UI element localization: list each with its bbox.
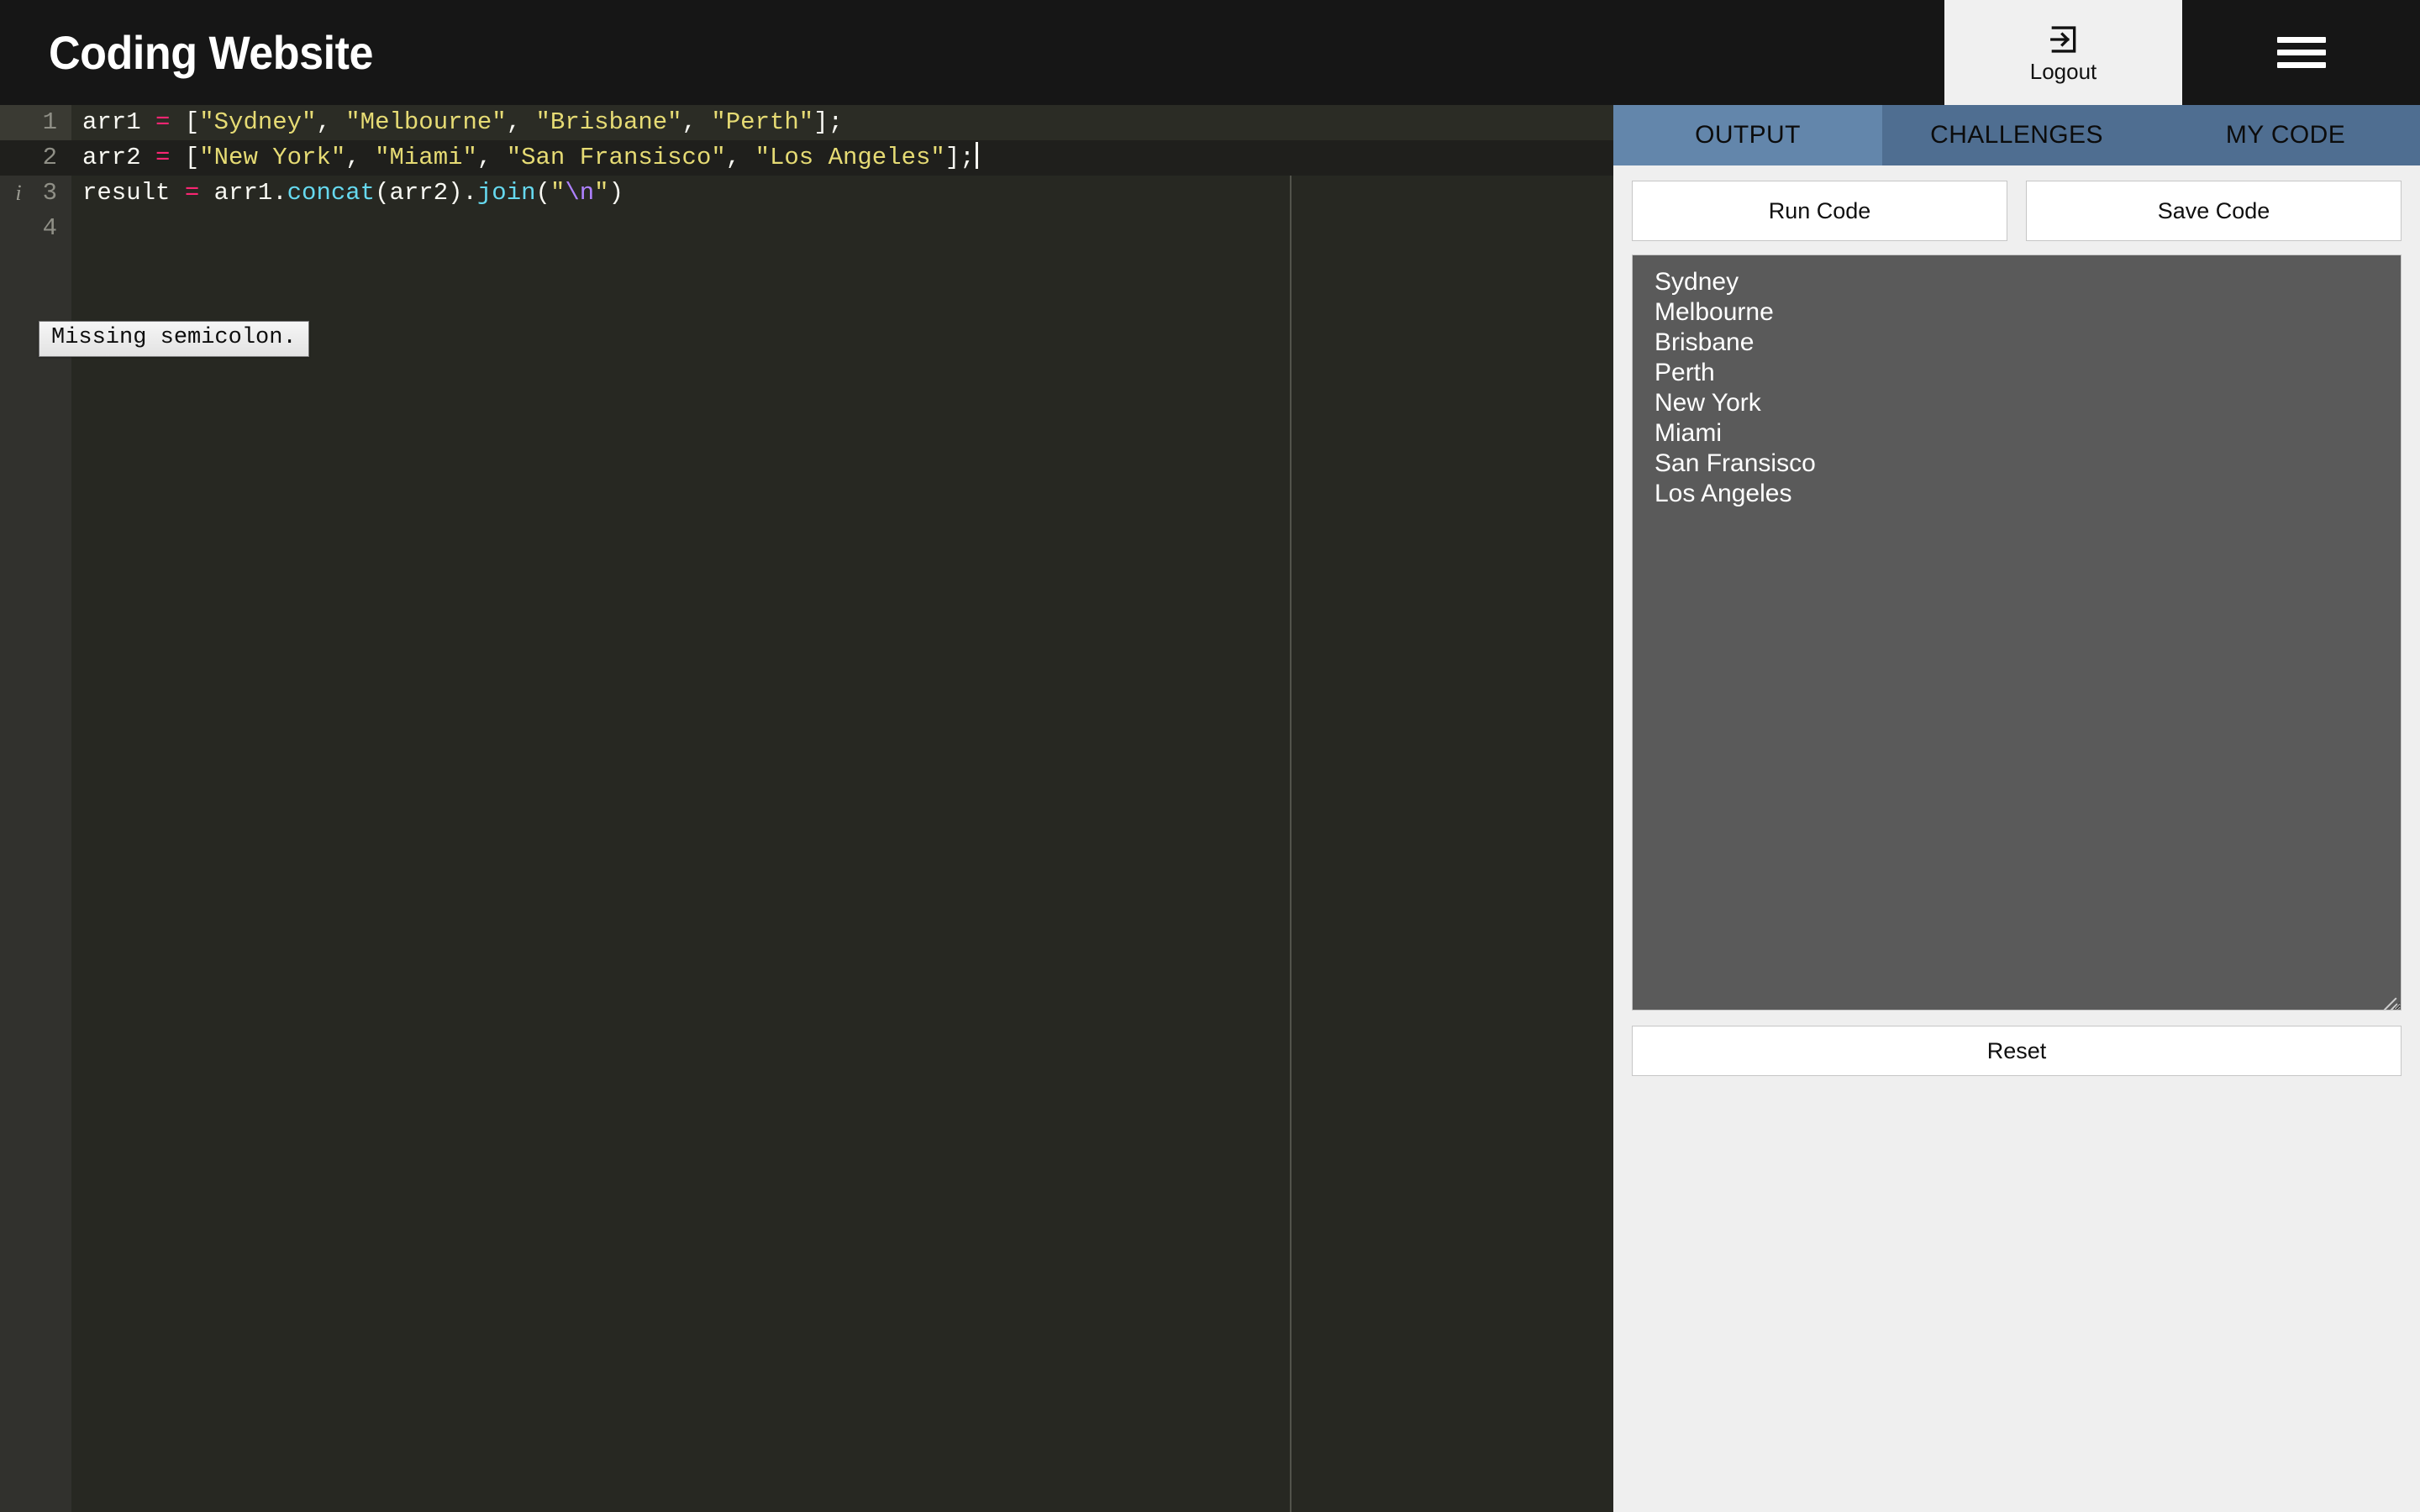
code-token: = [184, 179, 200, 207]
hamburger-menu-icon [2276, 30, 2326, 75]
code-token: , [506, 108, 536, 136]
resize-grip-icon [2377, 986, 2399, 1010]
code-token: "Brisbane" [535, 108, 682, 136]
editor-code-lines[interactable]: 1 arr1 = ["Sydney", "Melbourne", "Brisban… [0, 105, 1613, 246]
code-token: " [594, 179, 609, 207]
code-token: arr2 [82, 144, 156, 171]
code-token: arr1. [199, 179, 287, 207]
code-token: , [316, 108, 346, 136]
page-title: Coding Website [49, 26, 374, 79]
line-number: 4 [42, 214, 57, 242]
code-token: "Miami" [375, 144, 477, 171]
code-line[interactable]: 4 [0, 211, 1613, 246]
tab-output[interactable]: OUTPUT [1613, 105, 1882, 165]
code-token: "Sydney" [199, 108, 317, 136]
code-token: , [345, 144, 376, 171]
tab-my-code[interactable]: MY CODE [2151, 105, 2420, 165]
menu-button[interactable] [2182, 0, 2420, 105]
reset-wrapper: Reset [1613, 1011, 2420, 1076]
code-token: "Melbourne" [345, 108, 507, 136]
code-line[interactable]: 2 arr2 = ["New York", "Miami", "San Frans… [0, 140, 1613, 176]
code-token: ]; [813, 108, 844, 136]
gutter-info-icon[interactable]: i [7, 176, 30, 211]
tab-challenges[interactable]: CHALLENGES [1882, 105, 2151, 165]
code-token: ) [608, 179, 623, 207]
code-token: \n [565, 179, 595, 207]
logout-arrow-icon [2048, 24, 2080, 55]
code-token: "Perth" [711, 108, 814, 136]
code-token: ( [535, 179, 550, 207]
code-token: , [725, 144, 755, 171]
code-token: = [155, 144, 171, 171]
code-token: result [82, 179, 185, 207]
code-token: [ [170, 108, 200, 136]
side-panel: OUTPUT CHALLENGES MY CODE Run Code Save Co… [1613, 105, 2420, 1512]
output-wrapper: Sydney Melbourne Brisbane Perth New York… [1613, 241, 2420, 1011]
app-header: Coding Website Logout [0, 0, 2420, 105]
code-line-text: result = arr1.concat(arr2).join("\n") [71, 176, 623, 211]
code-token: "New York" [199, 144, 346, 171]
run-code-button[interactable]: Run Code [1632, 181, 2007, 241]
line-number: 1 [0, 105, 71, 140]
code-token: = [155, 108, 171, 136]
code-token: " [550, 179, 566, 207]
editor-gutter [0, 105, 71, 1512]
output-textarea[interactable]: Sydney Melbourne Brisbane Perth New York… [1632, 255, 2402, 1011]
code-token: , [681, 108, 712, 136]
code-token: , [476, 144, 507, 171]
code-token: (arr2). [375, 179, 477, 207]
code-line-text: arr2 = ["New York", "Miami", "San Fransi… [71, 140, 978, 176]
code-token: ]; [944, 144, 975, 171]
reset-button[interactable]: Reset [1632, 1026, 2402, 1076]
code-token: "San Fransisco" [506, 144, 726, 171]
code-line-text: arr1 = ["Sydney", "Melbourne", "Brisbane… [71, 105, 843, 140]
save-code-button[interactable]: Save Code [2026, 181, 2402, 241]
app-root: Coding Website Logout 1 arr1 = ["Sydney",… [0, 0, 2420, 1512]
code-line[interactable]: 1 arr1 = ["Sydney", "Melbourne", "Brisban… [0, 105, 1613, 140]
code-token: concat [287, 179, 376, 207]
code-line[interactable]: i 3 result = arr1.concat(arr2).join("\n") [0, 176, 1613, 211]
editor-print-margin-ruler [1290, 105, 1292, 1512]
text-caret [975, 142, 978, 169]
code-editor[interactable]: 1 arr1 = ["Sydney", "Melbourne", "Brisban… [0, 105, 1613, 1512]
code-token: join [476, 179, 536, 207]
code-token: [ [170, 144, 200, 171]
code-token: arr1 [82, 108, 156, 136]
panel-action-buttons: Run Code Save Code [1613, 165, 2420, 241]
error-tooltip: Missing semicolon. [39, 321, 309, 357]
logout-label: Logout [2029, 58, 2097, 84]
code-token: "Los Angeles" [755, 144, 945, 171]
line-number: 2 [0, 140, 71, 176]
panel-tabs[interactable]: OUTPUT CHALLENGES MY CODE [1613, 105, 2420, 165]
logout-button[interactable]: Logout [1944, 0, 2182, 105]
